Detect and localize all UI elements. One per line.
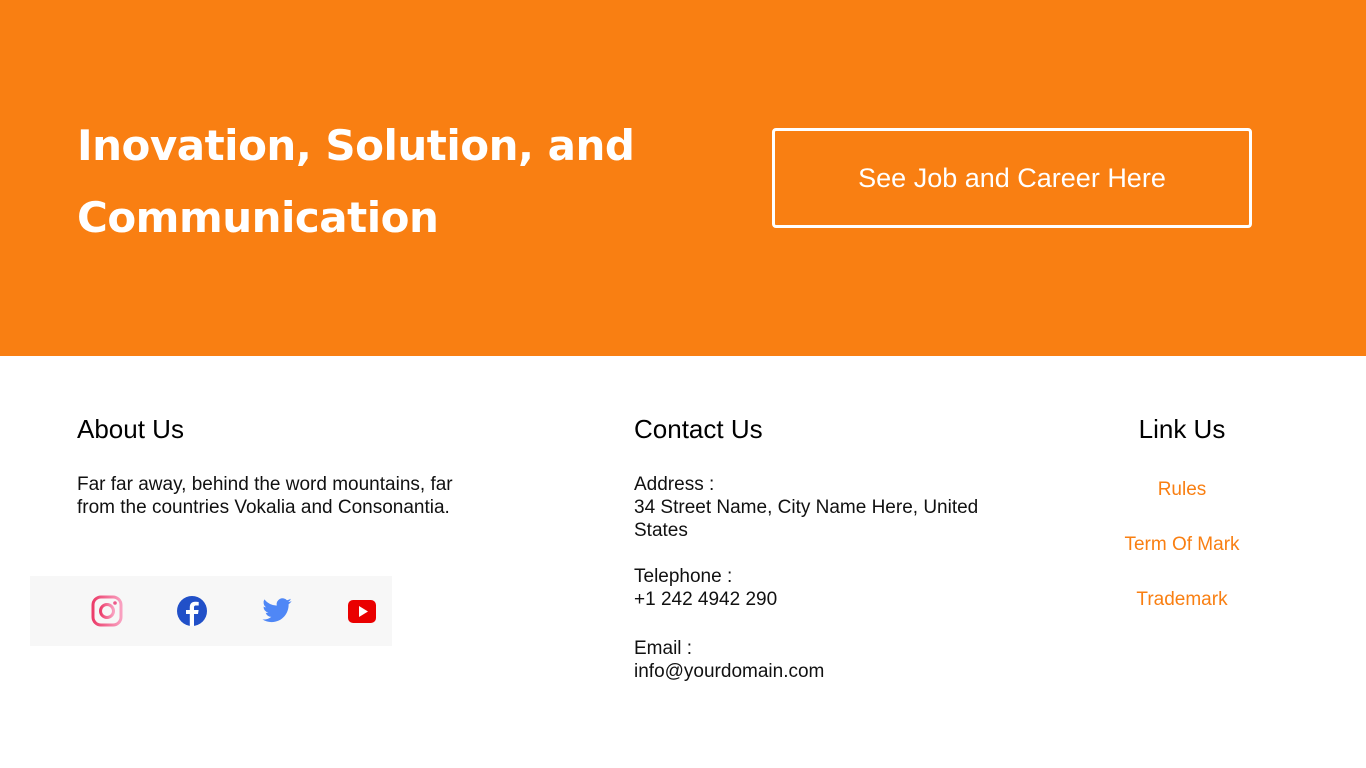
- hero-title: Inovation, Solution, and Communication: [77, 121, 635, 242]
- career-button[interactable]: See Job and Career Here: [772, 128, 1252, 228]
- contact-title: Contact Us: [634, 414, 763, 444]
- email-value: info@yourdomain.com: [634, 661, 825, 682]
- address-value: 34 Street Name, City Name Here, United S…: [634, 497, 979, 541]
- link-trademark[interactable]: Trademark: [1100, 588, 1264, 643]
- twitter-icon[interactable]: [261, 595, 293, 627]
- youtube-icon[interactable]: [346, 595, 378, 627]
- facebook-icon[interactable]: [176, 595, 208, 627]
- contact-info: Address : 34 Street Name, City Name Here…: [634, 473, 1004, 683]
- link-term-of-mark[interactable]: Term Of Mark: [1100, 533, 1264, 588]
- about-text: Far far away, behind the word mountains,…: [77, 474, 453, 518]
- address-label: Address :: [634, 474, 715, 495]
- hero-banner: Inovation, Solution, and Communication S…: [0, 0, 1366, 356]
- phone-label: Telephone :: [634, 566, 733, 587]
- phone-value: +1 242 4942 290: [634, 589, 778, 610]
- email-label: Email :: [634, 638, 693, 659]
- footer-links: Rules Term Of Mark Trademark: [1100, 478, 1264, 643]
- instagram-icon[interactable]: [91, 595, 123, 627]
- social-bar: [30, 576, 392, 646]
- links-title: Link Us: [1138, 414, 1226, 444]
- about-title: About Us: [77, 414, 184, 444]
- link-rules[interactable]: Rules: [1100, 478, 1264, 533]
